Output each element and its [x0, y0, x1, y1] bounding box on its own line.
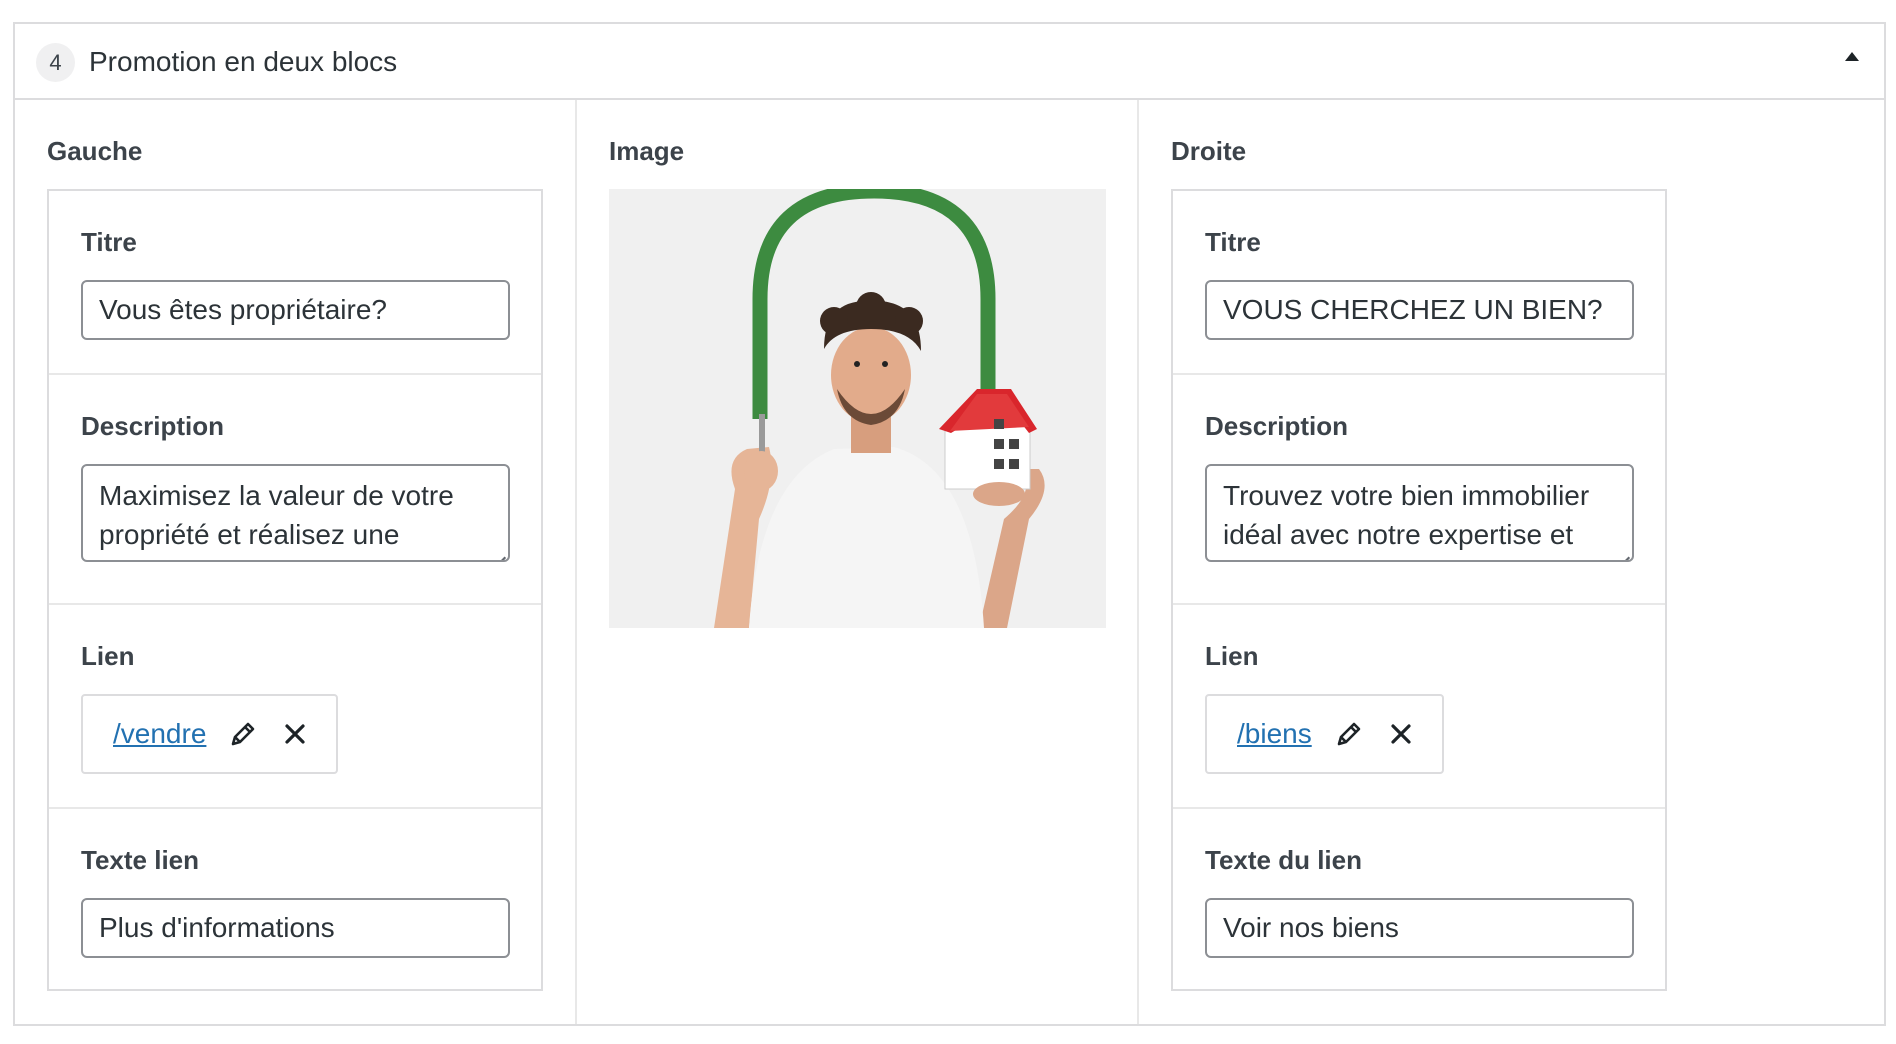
column-image: Image: [577, 100, 1139, 1024]
link-url[interactable]: /vendre: [113, 718, 206, 750]
column-droite: Droite Titre VOUS CHERCHEZ UN BIEN? Desc…: [1139, 100, 1884, 1024]
field-label: Texte du lien: [1205, 845, 1362, 875]
group-droite: Titre VOUS CHERCHEZ UN BIEN? Description…: [1171, 189, 1667, 991]
field-label: Description: [81, 411, 225, 441]
resize-handle-icon[interactable]: [492, 544, 506, 558]
field-label: Lien: [1205, 641, 1259, 671]
link-url[interactable]: /biens: [1237, 718, 1312, 750]
texte-du-lien-input[interactable]: Voir nos biens: [1205, 898, 1634, 958]
field-label: Texte lien: [81, 845, 200, 875]
image-preview[interactable]: [609, 189, 1106, 628]
link-field: /vendre: [81, 694, 339, 774]
close-icon[interactable]: [280, 719, 310, 749]
collapse-arrow-icon[interactable]: [1845, 52, 1859, 61]
close-icon[interactable]: [1386, 719, 1416, 749]
field-label: Description: [1205, 411, 1349, 441]
description-text: Maximisez la valeur de votre propriété e…: [99, 480, 454, 550]
field-lien: Lien /vendre: [49, 603, 541, 807]
field-description: Description Maximisez la valeur de votre…: [49, 373, 541, 603]
field-titre: Titre Vous êtes propriétaire?: [49, 191, 541, 373]
description-textarea[interactable]: Maximisez la valeur de votre propriété e…: [81, 464, 510, 562]
group-gauche: Titre Vous êtes propriétaire? Descriptio…: [47, 189, 543, 991]
field-label: Lien: [81, 641, 135, 671]
column-label-image: Image: [609, 136, 685, 166]
titre-input[interactable]: Vous êtes propriétaire?: [81, 280, 510, 340]
field-texte-du-lien: Texte du lien Voir nos biens: [1173, 807, 1665, 989]
field-label: Titre: [1205, 227, 1261, 257]
field-lien: Lien /biens: [1173, 603, 1665, 807]
column-gauche: Gauche Titre Vous êtes propriétaire? Des…: [15, 100, 577, 1024]
pencil-icon[interactable]: [1334, 719, 1364, 749]
layout-header[interactable]: 4 Promotion en deux blocs: [15, 24, 1884, 100]
field-texte-lien: Texte lien Plus d'informations: [49, 807, 541, 989]
layout-title: Promotion en deux blocs: [89, 46, 398, 77]
titre-input[interactable]: VOUS CHERCHEZ UN BIEN?: [1205, 280, 1634, 340]
description-text: Trouvez votre bien immobilier idéal avec…: [1223, 480, 1590, 550]
pencil-icon[interactable]: [228, 719, 258, 749]
field-label: Titre: [81, 227, 137, 257]
resize-handle-icon[interactable]: [1616, 544, 1630, 558]
link-field: /biens: [1205, 694, 1444, 774]
field-description: Description Trouvez votre bien immobilie…: [1173, 373, 1665, 603]
column-label-gauche: Gauche: [47, 136, 143, 166]
layout-order-badge[interactable]: 4: [36, 43, 75, 82]
description-textarea[interactable]: Trouvez votre bien immobilier idéal avec…: [1205, 464, 1634, 562]
texte-lien-input[interactable]: Plus d'informations: [81, 898, 510, 958]
flexible-content-layout: 4 Promotion en deux blocs Gauche Titre V…: [13, 22, 1886, 1026]
column-label-droite: Droite: [1171, 136, 1247, 166]
field-titre: Titre VOUS CHERCHEZ UN BIEN?: [1173, 191, 1665, 373]
